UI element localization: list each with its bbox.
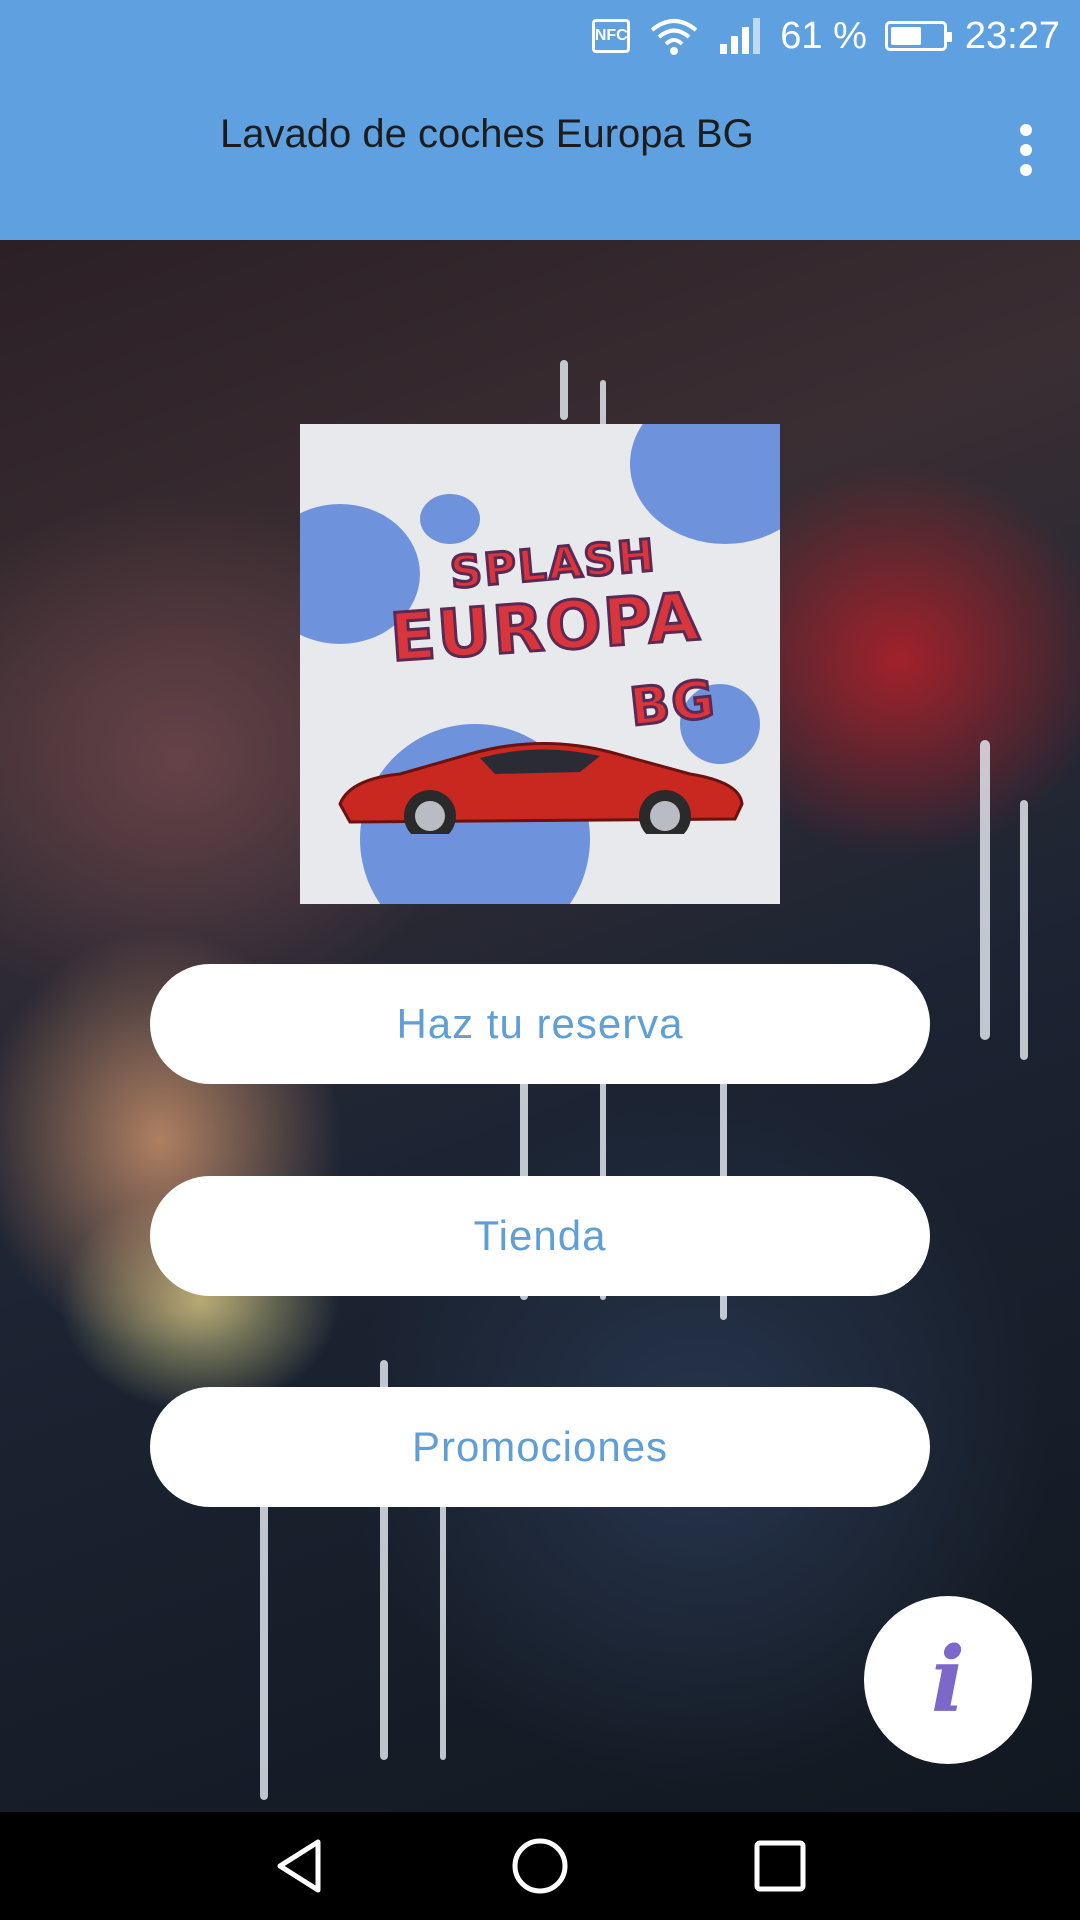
book-reservation-button[interactable]: Haz tu reserva xyxy=(150,964,930,1084)
foam-streak xyxy=(260,1500,268,1800)
logo-blob xyxy=(630,424,780,544)
logo-blob xyxy=(420,494,480,544)
page-title: Lavado de coches Europa BG xyxy=(220,112,754,156)
foam-streak xyxy=(560,360,568,420)
battery-icon xyxy=(884,21,952,51)
logo-text-europa: EUROPA xyxy=(386,577,705,679)
more-vert-icon[interactable] xyxy=(996,118,1056,182)
back-icon[interactable] xyxy=(270,1836,330,1896)
menu-dot xyxy=(1020,164,1032,176)
app-bar: Lavado de coches Europa BG xyxy=(0,72,1080,240)
menu-dot xyxy=(1020,144,1032,156)
shop-button[interactable]: Tienda xyxy=(150,1176,930,1296)
info-icon: i xyxy=(930,1627,966,1733)
battery-fill xyxy=(890,27,922,45)
clock: 23:27 xyxy=(964,14,1060,57)
home-icon[interactable] xyxy=(510,1836,570,1896)
car-illustration xyxy=(338,742,744,834)
status-bar: NFC 61 % 23:27 xyxy=(0,0,1080,72)
foam-streak xyxy=(980,740,990,1040)
menu-dot xyxy=(1020,124,1032,136)
info-button[interactable]: i xyxy=(864,1596,1032,1764)
foam-streak xyxy=(1020,800,1028,1060)
nfc-icon: NFC xyxy=(592,19,631,53)
promotions-button[interactable]: Promociones xyxy=(150,1387,930,1507)
logo: SPLASH EUROPA BG xyxy=(300,424,780,904)
wifi-icon xyxy=(648,16,700,56)
navigation-bar xyxy=(0,1812,1080,1920)
signal-icon xyxy=(718,16,762,56)
battery-percent: 61 % xyxy=(780,14,867,57)
recents-icon[interactable] xyxy=(750,1836,810,1896)
